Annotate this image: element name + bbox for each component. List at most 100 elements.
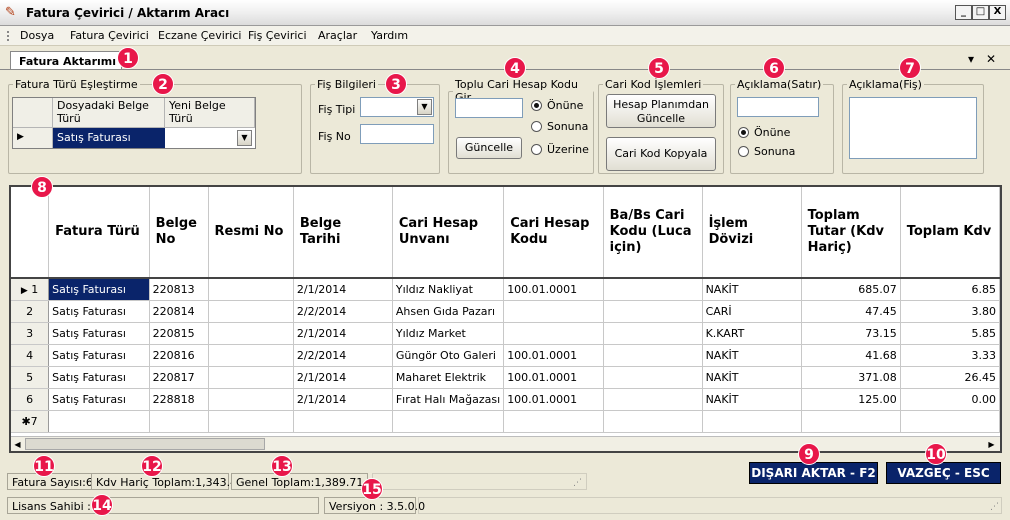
cell-fatura-turu[interactable]: Satış Faturası	[48, 366, 150, 389]
toplu-cari-option-uzerine[interactable]: Üzerine	[531, 143, 589, 156]
row-header[interactable]: 2	[11, 300, 50, 323]
cell-cari-hesap-unvani[interactable]: Yıldız Nakliyat	[392, 278, 505, 301]
cell-islem-dovizi[interactable]: CARİ	[702, 300, 802, 323]
tab-dropdown-icon[interactable]: ▾	[968, 52, 974, 66]
col-header-fatura-turu[interactable]: Fatura Türü	[48, 187, 150, 279]
col-header-belge-tarihi[interactable]: Belge Tarihi	[293, 187, 393, 279]
cell-islem-dovizi[interactable]: NAKİT	[702, 388, 802, 411]
aciklama-satir-option-sonuna[interactable]: Sonuna	[738, 145, 795, 158]
vazgec-button[interactable]: VAZGEÇ - ESC	[886, 462, 1001, 484]
disari-aktar-button[interactable]: DIŞARI AKTAR - F2	[749, 462, 878, 484]
new-cell[interactable]	[503, 410, 604, 433]
cell-islem-dovizi[interactable]: NAKİT	[702, 344, 802, 367]
cell-toplam-kdv[interactable]: 0.00	[900, 388, 1000, 411]
col-header-cari-hesap-unvani[interactable]: Cari Hesap Unvanı	[392, 187, 505, 279]
col-header-toplam-kdv[interactable]: Toplam Kdv	[900, 187, 1000, 279]
cell-resmi-no[interactable]	[208, 344, 294, 367]
aciklama-satir-option-onune[interactable]: Önüne	[738, 126, 790, 139]
col-header-resmi-no[interactable]: Resmi No	[208, 187, 294, 279]
cell-cari-hesap-unvani[interactable]: Güngör Oto Galeri	[392, 344, 505, 367]
cell-islem-dovizi[interactable]: NAKİT	[702, 366, 802, 389]
cell-toplam-kdv[interactable]: 5.85	[900, 322, 1000, 345]
cell-belge-tarihi[interactable]: 2/1/2014	[293, 322, 393, 345]
toplu-cari-option-sonuna[interactable]: Sonuna	[531, 120, 588, 133]
menu-araclar[interactable]: Araçlar	[318, 29, 357, 42]
close-button[interactable]: X	[989, 5, 1006, 20]
cari-kod-kopyala-button[interactable]: Cari Kod Kopyala	[606, 137, 716, 171]
cell-babs-cari-kodu[interactable]	[603, 278, 703, 301]
menu-eczane-cevirici[interactable]: Eczane Çevirici	[158, 29, 241, 42]
fis-no-input[interactable]	[360, 124, 434, 144]
new-cell[interactable]	[603, 410, 703, 433]
guncelle-button[interactable]: Güncelle	[456, 137, 522, 159]
scroll-left-icon[interactable]: ◀	[11, 438, 24, 451]
cell-fatura-turu[interactable]: Satış Faturası	[48, 344, 150, 367]
cell-cari-hesap-kodu[interactable]	[503, 322, 604, 345]
cell-cari-hesap-kodu[interactable]: 100.01.0001	[503, 278, 604, 301]
cell-islem-dovizi[interactable]: NAKİT	[702, 278, 802, 301]
table-row[interactable]: 5 Satış Faturası 220817 2/1/2014 Maharet…	[11, 366, 1000, 389]
cell-babs-cari-kodu[interactable]	[603, 366, 703, 389]
cell-cari-hesap-kodu[interactable]	[503, 300, 604, 323]
cell-belge-no[interactable]: 220814	[149, 300, 209, 323]
cell-belge-no[interactable]: 220817	[149, 366, 209, 389]
aciklama-satir-input[interactable]	[737, 97, 819, 117]
cell-toplam-tutar[interactable]: 47.45	[801, 300, 901, 323]
table-row[interactable]: ▶ 1 Satış Faturası 220813 2/1/2014 Yıldı…	[11, 278, 1000, 301]
row-header[interactable]: 6	[11, 388, 50, 411]
mini-grid-dropdown-icon[interactable]: ▼	[237, 130, 252, 146]
new-cell[interactable]	[801, 410, 901, 433]
toplu-cari-option-onune[interactable]: Önüne	[531, 99, 583, 112]
cell-fatura-turu[interactable]: Satış Faturası	[48, 300, 150, 323]
cell-belge-tarihi[interactable]: 2/1/2014	[293, 388, 393, 411]
mini-grid-source-cell[interactable]: Satış Faturası	[53, 128, 165, 148]
cell-toplam-kdv[interactable]: 6.85	[900, 278, 1000, 301]
row-header[interactable]: 3	[11, 322, 50, 345]
new-cell[interactable]	[149, 410, 209, 433]
new-row-header[interactable]: ✱7	[11, 410, 50, 433]
col-header-toplam-tutar[interactable]: Toplam Tutar (Kdv Hariç)	[801, 187, 901, 279]
new-cell[interactable]	[293, 410, 393, 433]
menu-dosya[interactable]: Dosya	[20, 29, 54, 42]
cell-toplam-tutar[interactable]: 41.68	[801, 344, 901, 367]
cell-cari-hesap-unvani[interactable]: Fırat Halı Mağazası	[392, 388, 505, 411]
cell-belge-tarihi[interactable]: 2/2/2014	[293, 300, 393, 323]
col-header-cari-hesap-kodu[interactable]: Cari Hesap Kodu	[503, 187, 604, 279]
cell-belge-tarihi[interactable]: 2/1/2014	[293, 366, 393, 389]
cell-belge-tarihi[interactable]: 2/1/2014	[293, 278, 393, 301]
col-header-islem-dovizi[interactable]: İşlem Dövizi	[702, 187, 802, 279]
new-cell[interactable]	[900, 410, 1000, 433]
cell-cari-hesap-unvani[interactable]: Ahsen Gıda Pazarı	[392, 300, 505, 323]
cell-belge-no[interactable]: 228818	[149, 388, 209, 411]
tab-fatura-aktarimi[interactable]: Fatura Aktarımı	[10, 51, 122, 70]
cell-belge-tarihi[interactable]: 2/2/2014	[293, 344, 393, 367]
cell-babs-cari-kodu[interactable]	[603, 300, 703, 323]
col-header-babs-cari-kodu[interactable]: Ba/Bs Cari Kodu (Luca için)	[603, 187, 703, 279]
cell-babs-cari-kodu[interactable]	[603, 388, 703, 411]
cell-cari-hesap-kodu[interactable]: 100.01.0001	[503, 344, 604, 367]
cell-resmi-no[interactable]	[208, 278, 294, 301]
cell-babs-cari-kodu[interactable]	[603, 344, 703, 367]
cell-cari-hesap-unvani[interactable]: Yıldız Market	[392, 322, 505, 345]
scroll-right-icon[interactable]: ▶	[985, 438, 998, 451]
cell-fatura-turu[interactable]: Satış Faturası	[48, 322, 150, 345]
minimize-button[interactable]: _	[955, 5, 972, 20]
menu-fatura-cevirici[interactable]: Fatura Çevirici	[70, 29, 149, 42]
fis-tipi-dropdown-icon[interactable]: ▼	[417, 99, 432, 115]
table-row[interactable]: 4 Satış Faturası 220816 2/2/2014 Güngör …	[11, 344, 1000, 367]
tab-close-icon[interactable]: ✕	[986, 52, 996, 66]
new-row[interactable]: ✱7	[11, 410, 1000, 433]
new-cell[interactable]	[702, 410, 802, 433]
row-header[interactable]: ▶ 1	[11, 278, 50, 301]
col-header-belge-no[interactable]: Belge No	[149, 187, 209, 279]
cell-belge-no[interactable]: 220815	[149, 322, 209, 345]
window-resize-grip-icon[interactable]: ⋰	[990, 502, 999, 512]
cell-toplam-kdv[interactable]: 26.45	[900, 366, 1000, 389]
cell-fatura-turu[interactable]: Satış Faturası	[48, 278, 150, 301]
cell-cari-hesap-kodu[interactable]: 100.01.0001	[503, 366, 604, 389]
new-cell[interactable]	[392, 410, 505, 433]
table-row[interactable]: 6 Satış Faturası 228818 2/1/2014 Fırat H…	[11, 388, 1000, 411]
cell-islem-dovizi[interactable]: K.KART	[702, 322, 802, 345]
cell-toplam-tutar[interactable]: 371.08	[801, 366, 901, 389]
cell-resmi-no[interactable]	[208, 388, 294, 411]
